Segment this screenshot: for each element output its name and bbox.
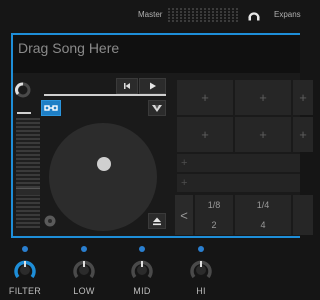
expand-button[interactable]: Expans (274, 10, 301, 19)
eject-icon (153, 217, 161, 226)
sync-button[interactable] (148, 100, 166, 116)
filter-knob[interactable] (13, 258, 37, 282)
pitch-slider-handle[interactable] (16, 188, 40, 195)
beat-prev-button[interactable]: < (175, 195, 193, 235)
mid-knob[interactable] (130, 258, 154, 282)
beat-jump-button[interactable]: 1/4 4 (235, 195, 291, 235)
hotcue-pad[interactable]: + (177, 80, 233, 115)
beat-value-bottom: 4 (260, 220, 266, 230)
previous-button[interactable] (116, 78, 138, 94)
low-knob[interactable] (72, 258, 96, 282)
pad-row[interactable]: + (177, 154, 300, 172)
beat-jump-button[interactable]: 1/8 2 (195, 195, 233, 235)
knob-indicator-dot (81, 246, 87, 252)
pad-row[interactable]: + (177, 174, 300, 192)
knob-indicator-dot (22, 246, 28, 252)
hotcue-pad[interactable]: + (293, 80, 313, 115)
knob-label: HI (196, 286, 206, 296)
hotcue-pad[interactable]: + (235, 80, 291, 115)
pitch-indicator (17, 112, 31, 114)
sync-icon (152, 105, 162, 112)
loop-icon (44, 105, 58, 111)
play-icon (150, 82, 156, 90)
knob-label: MID (133, 286, 151, 296)
master-label: Master (138, 10, 163, 19)
eject-button[interactable] (148, 213, 166, 229)
master-level-meter (168, 8, 238, 22)
hi-knob[interactable] (189, 258, 213, 282)
knob-indicator-dot (198, 246, 204, 252)
beat-value-top: 1/8 (207, 200, 221, 210)
mid-knob-group: MID (122, 246, 162, 296)
low-knob-group: LOW (64, 246, 104, 296)
knob-label: FILTER (8, 286, 42, 296)
hi-knob-group: HI (181, 246, 221, 296)
song-title: Drag Song Here (18, 40, 120, 56)
play-button[interactable] (139, 78, 166, 94)
jog-wheel[interactable] (49, 123, 157, 231)
jog-wheel-marker (97, 157, 111, 171)
knob-indicator-dot (139, 246, 145, 252)
headphone-icon[interactable] (247, 8, 261, 22)
hotcue-pad[interactable]: + (235, 117, 291, 152)
beat-value-bottom: 2 (211, 220, 217, 230)
settings-icon[interactable] (43, 214, 57, 228)
knob-label: LOW (73, 286, 95, 296)
filter-knob-group: FILTER (5, 246, 45, 296)
skip-back-icon (124, 83, 130, 89)
hotcue-pad[interactable]: + (293, 117, 313, 152)
hotcue-pad[interactable]: + (177, 117, 233, 152)
beat-value-top: 1/4 (256, 200, 270, 210)
pitch-slider[interactable] (16, 118, 40, 228)
pitch-knob[interactable] (15, 82, 31, 98)
beat-jump-button[interactable] (293, 195, 313, 235)
loop-button[interactable] (41, 100, 61, 116)
